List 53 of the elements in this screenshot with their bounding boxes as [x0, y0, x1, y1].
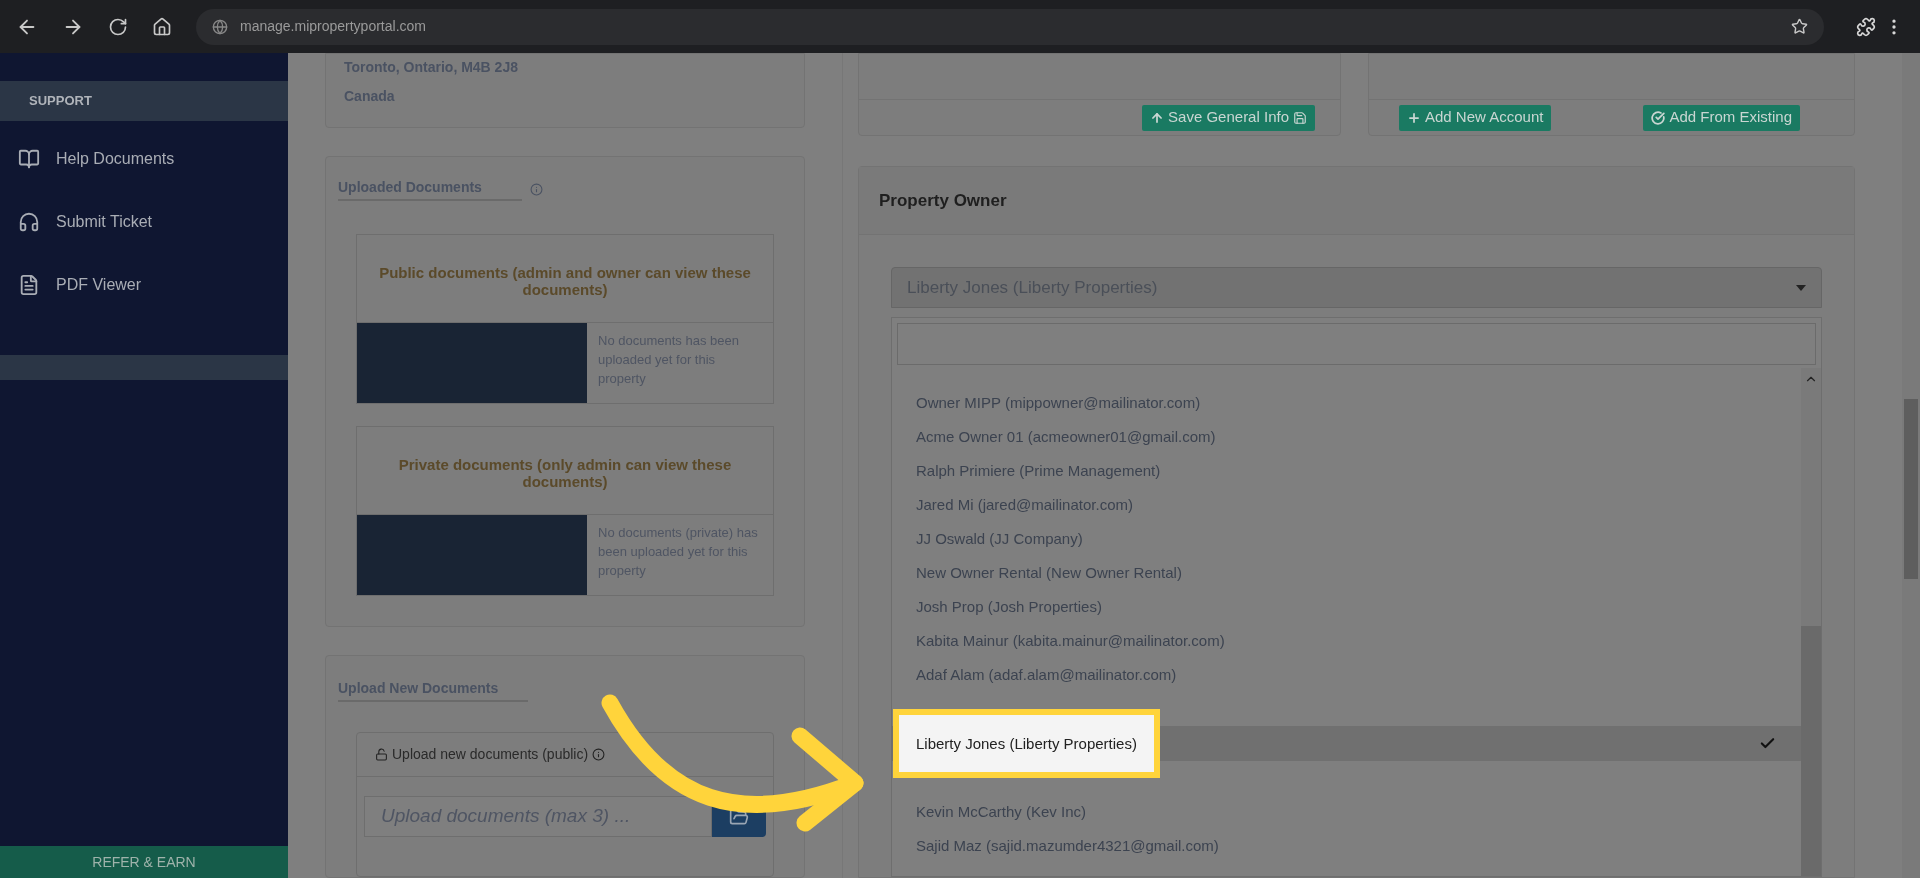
- owner-option[interactable]: Acme Owner 01 (acmeowner01@gmail.com): [892, 420, 1801, 454]
- add-from-existing-button[interactable]: Add From Existing: [1643, 104, 1800, 131]
- card-title: Property Owner: [879, 189, 1007, 212]
- option-label: Jared Mi (jared@mailinator.com): [916, 494, 1133, 515]
- owner-option[interactable]: Josh Prop (Josh Properties): [892, 590, 1801, 624]
- document-icon: [18, 274, 40, 296]
- address-bar[interactable]: manage.mipropertyportal.com: [196, 8, 1824, 45]
- info-icon: [592, 748, 606, 761]
- panel-title: Upload new documents (public): [392, 745, 589, 764]
- headphones-icon: [18, 211, 40, 233]
- list-scrollbar[interactable]: [1801, 368, 1821, 876]
- option-label: Josh Prop (Josh Properties): [916, 596, 1102, 617]
- caret-icon: [1796, 284, 1806, 291]
- highlighted-option-label: Liberty Jones (Liberty Properties): [893, 709, 1160, 778]
- info-icon: [529, 182, 543, 196]
- globe-icon: [212, 18, 228, 35]
- option-label: JJ Oswald (JJ Company): [916, 528, 1083, 549]
- option-label: Sajid Maz (sajid.mazumder4321@gmail.com): [916, 835, 1219, 856]
- sidebar-item[interactable]: PDF Viewer: [0, 269, 288, 301]
- add-new-account-button[interactable]: Add New Account: [1399, 104, 1552, 131]
- sidebar-item[interactable]: Submit Ticket: [0, 206, 288, 238]
- url-text: manage.mipropertyportal.com: [240, 17, 427, 36]
- owner-option[interactable]: Ralph Primiere (Prime Management): [892, 454, 1801, 488]
- option-label: Ralph Primiere (Prime Management): [916, 460, 1161, 481]
- refer-earn-button[interactable]: REFER & EARN: [0, 846, 288, 878]
- owner-option[interactable]: JJ Oswald (JJ Company): [892, 522, 1801, 556]
- scrollbar-thumb[interactable]: [1904, 399, 1918, 579]
- extensions-icon[interactable]: [1856, 16, 1876, 37]
- star-icon[interactable]: [1791, 18, 1808, 35]
- page-scrollbar[interactable]: [1902, 53, 1920, 878]
- option-label: Adaf Alam (adaf.alam@mailinator.com): [916, 664, 1177, 685]
- owner-option[interactable]: Kabita Mainur (kabita.mainur@mailinator.com): [892, 624, 1801, 658]
- section-header: SUPPORT: [0, 81, 288, 121]
- unlock-icon: [375, 748, 388, 761]
- plus-icon: [1407, 110, 1421, 125]
- option-label: Kevin McCarthy (Kev Inc): [916, 801, 1087, 822]
- option-label: Kabita Mainur (kabita.mainur@mailinator.com): [916, 630, 1225, 651]
- reload-icon[interactable]: [108, 16, 128, 37]
- owner-option[interactable]: Sajid Maz (sajid.mazumder4321@gmail.com): [892, 829, 1801, 863]
- sidebar-item[interactable]: Help Documents: [0, 143, 288, 175]
- option-label: Owner MIPP (mippowner@mailinator.com): [916, 392, 1201, 413]
- owner-option[interactable]: Owner MIPP (mippowner@mailinator.com): [892, 386, 1801, 420]
- owner-option[interactable]: Adaf Alam (adaf.alam@mailinator.com): [892, 658, 1801, 692]
- owner-option[interactable]: Liberty Jones (Liberty Properties): [892, 709, 1801, 778]
- save-general-info-button[interactable]: Save General Info: [1142, 104, 1315, 131]
- owner-option[interactable]: Kevin McCarthy (Kev Inc): [892, 795, 1801, 829]
- home-icon[interactable]: [152, 16, 172, 37]
- book-icon: [18, 148, 40, 170]
- owner-option[interactable]: Jared Mi (jared@mailinator.com): [892, 488, 1801, 522]
- check-circle-icon: [1651, 110, 1666, 125]
- option-label: Acme Owner 01 (acmeowner01@gmail.com): [916, 426, 1216, 447]
- owner-option[interactable]: New Owner Rental (New Owner Rental): [892, 556, 1801, 590]
- option-label: New Owner Rental (New Owner Rental): [916, 562, 1182, 583]
